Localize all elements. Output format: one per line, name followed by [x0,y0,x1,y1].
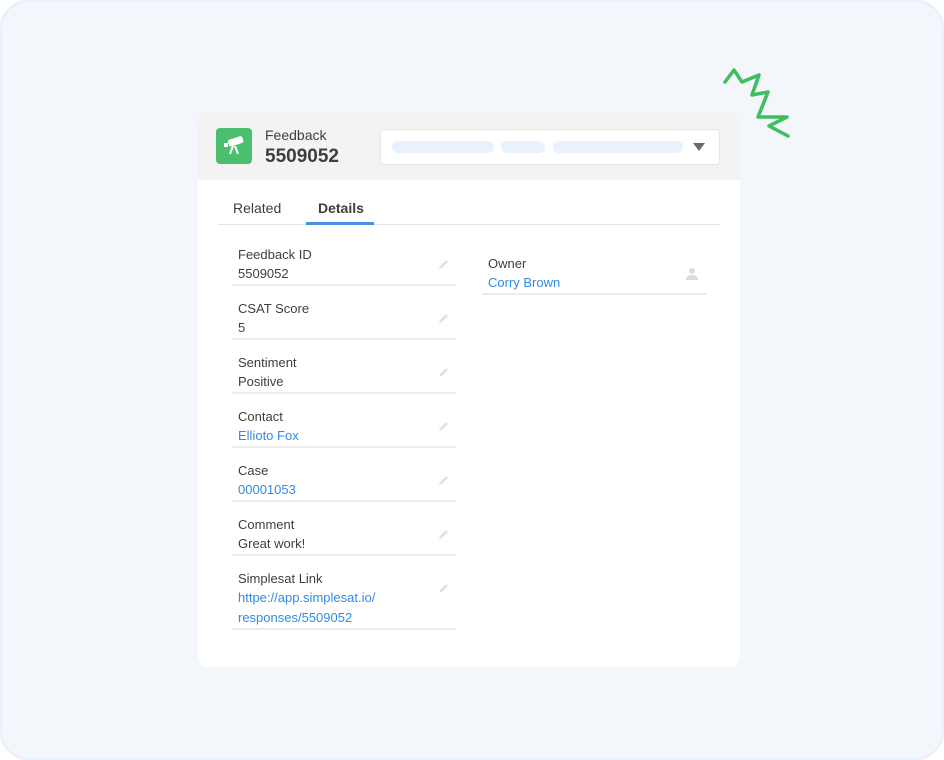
contact-link[interactable]: Ellioto Fox [238,426,456,446]
field-label: CSAT Score [238,301,310,316]
field-label: Contact [238,409,283,424]
pencil-icon[interactable] [438,366,450,378]
pencil-icon[interactable] [438,474,450,486]
field-label: Case [238,463,269,478]
field-label: Feedback ID [238,247,312,262]
record-name: 5509052 [265,146,339,167]
field-case: Case 00001053 [232,448,456,502]
field-feedback-id: Feedback ID 5509052 [232,232,456,286]
field-comment: Comment Great work! [232,502,456,556]
owner-link[interactable]: Corry Brown [488,273,706,293]
simplesat-link[interactable]: httpe://app.simplesat.io/ responses/5509… [238,588,456,628]
object-type-label: Feedback [265,127,327,143]
field-simplesat-link: Simplesat Link httpe://app.simplesat.io/… [232,556,456,630]
placeholder-pill [392,141,494,153]
field-sentiment: Sentiment Positive [232,340,456,394]
tab-details[interactable]: Details [318,200,364,216]
active-tab-indicator [306,222,374,225]
pencil-icon[interactable] [438,528,450,540]
simplesat-link-line1[interactable]: httpe://app.simplesat.io/ [238,588,456,608]
field-label: Comment [238,517,295,532]
field-label: Simplesat Link [238,571,323,586]
field-csat-score: CSAT Score 5 [232,286,456,340]
field-label: Owner [488,256,527,271]
case-link[interactable]: 00001053 [238,480,456,500]
pencil-icon[interactable] [438,258,450,270]
field-value: 5 [238,320,246,335]
pencil-icon[interactable] [438,420,450,432]
caret-down-icon[interactable] [693,143,705,151]
tab-related[interactable]: Related [233,200,281,216]
telescope-icon [216,128,252,164]
record-card: Feedback 5509052 Related Details Feedbac… [198,112,740,667]
placeholder-pill [501,141,545,153]
simplesat-link-line2[interactable]: responses/5509052 [238,608,456,628]
user-icon [686,268,698,280]
field-value: Positive [238,374,284,389]
field-owner: Owner Corry Brown [482,241,706,295]
field-value: Great work! [238,536,306,551]
path-selector[interactable] [380,129,720,165]
field-contact: Contact Ellioto Fox [232,394,456,448]
details-right-column: Owner Corry Brown [482,241,706,295]
field-label: Sentiment [238,355,297,370]
placeholder-pill [553,141,683,153]
pencil-icon[interactable] [438,312,450,324]
pencil-icon[interactable] [438,582,450,594]
record-header: Feedback 5509052 [198,112,740,180]
tab-bar: Related Details [218,192,720,225]
details-left-column: Feedback ID 5509052 CSAT Score 5 Sentime… [232,232,456,630]
field-value: 5509052 [238,266,289,281]
